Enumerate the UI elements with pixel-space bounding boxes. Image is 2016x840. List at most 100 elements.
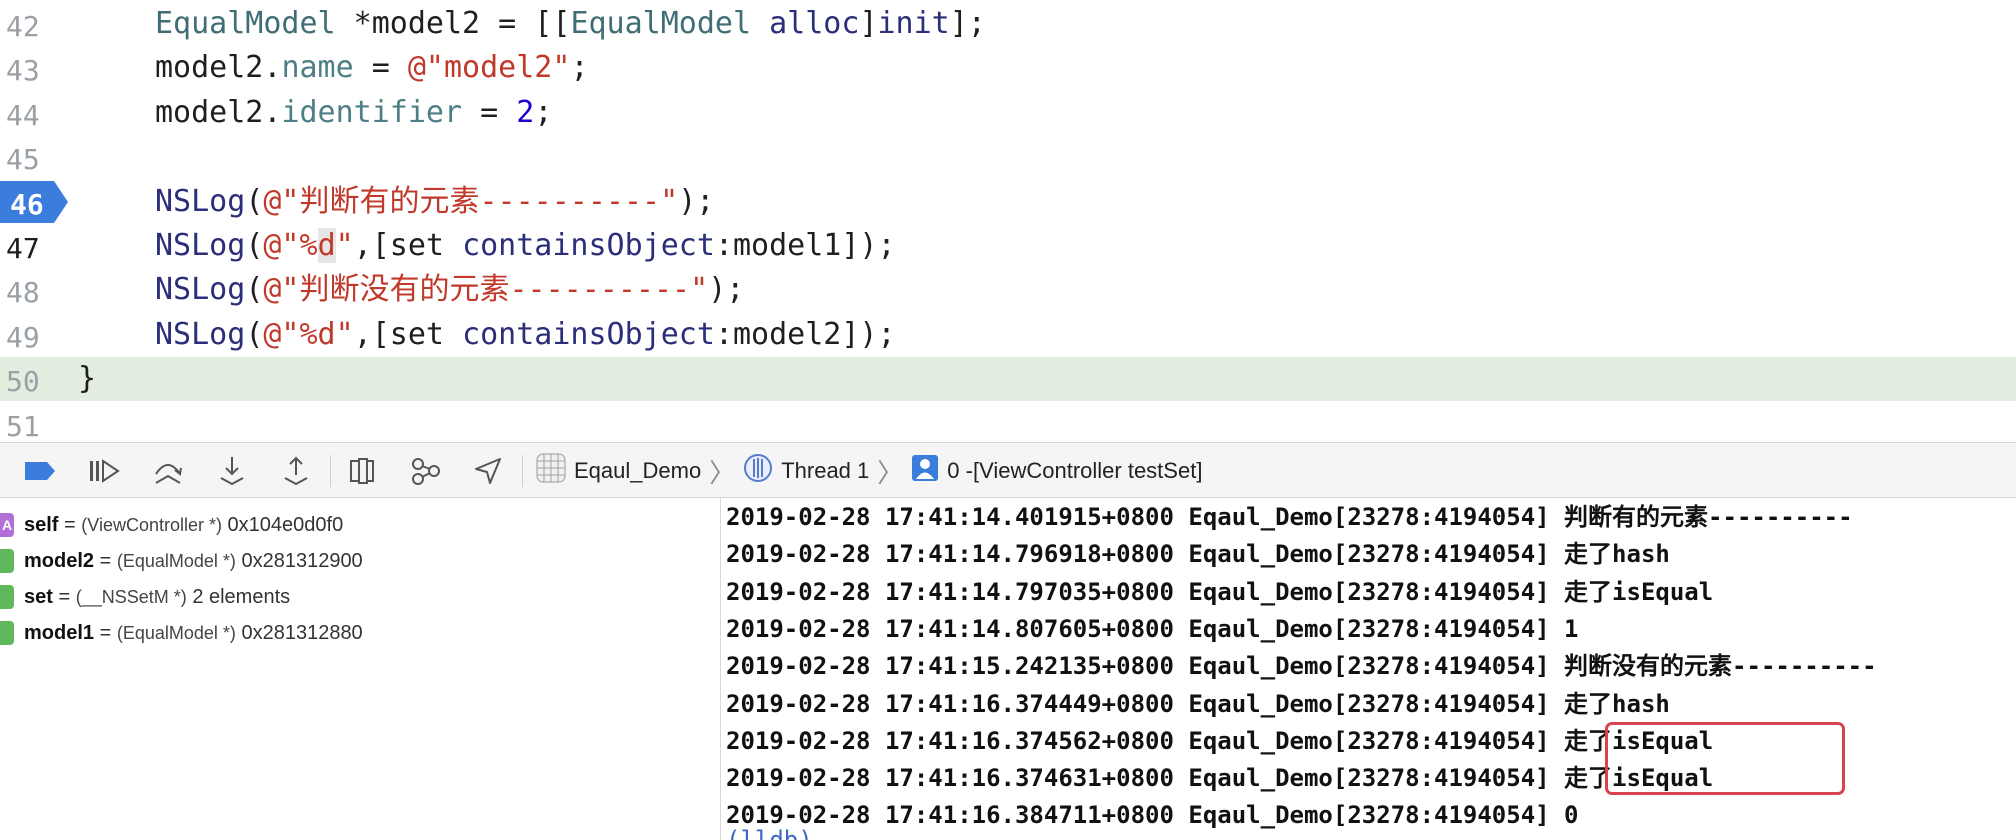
code-line[interactable]: 48 NSLog(@"判断没有的元素----------"); bbox=[0, 268, 2016, 312]
code-token: ( bbox=[245, 228, 264, 263]
app-icon[interactable] bbox=[536, 453, 566, 489]
line-gutter[interactable]: 51 bbox=[0, 402, 64, 442]
code-token: = bbox=[462, 94, 517, 130]
console-line: 2019-02-28 17:41:16.384711+0800 Eqaul_De… bbox=[726, 801, 1579, 830]
step-into-icon[interactable] bbox=[214, 453, 250, 489]
code-token: 2 bbox=[516, 94, 535, 130]
variable-value: 0x104e0d0f0 bbox=[227, 513, 344, 536]
breakpoints-toggle-icon[interactable] bbox=[22, 453, 58, 489]
code-text: NSLog(@"%d",[set containsObject:model2])… bbox=[155, 316, 896, 352]
thread-icon bbox=[743, 453, 773, 489]
code-token: EqualModel bbox=[155, 6, 336, 41]
variable-value: 0x281312880 bbox=[241, 621, 363, 644]
code-token: containsObject bbox=[462, 316, 715, 352]
code-token: :model2]); bbox=[714, 316, 896, 352]
code-token: ( bbox=[245, 183, 264, 219]
code-text: model2.identifier = 2; bbox=[155, 94, 553, 130]
variable-name: model2 bbox=[24, 549, 95, 572]
line-number: 45 bbox=[6, 143, 40, 177]
code-token: EqualModel bbox=[570, 6, 752, 41]
code-text: NSLog(@"判断没有的元素----------"); bbox=[155, 274, 744, 306]
line-number: 51 bbox=[6, 409, 40, 442]
variable-row[interactable]: Aself = (ViewController *) 0x104e0d0f0 bbox=[0, 507, 343, 543]
code-token: ( bbox=[245, 316, 264, 352]
code-token: ( bbox=[245, 272, 264, 308]
code-token: ,[set bbox=[353, 316, 463, 352]
code-line[interactable]: 42 EqualModel *model2 = [[EqualModel allo… bbox=[0, 2, 2016, 46]
variable-row[interactable]: Lmodel2 = (EqualModel *) 0x281312900 bbox=[0, 543, 363, 579]
variable-type: (EqualModel *) bbox=[116, 622, 236, 643]
source-editor[interactable]: 42 EqualModel *model2 = [[EqualModel allo… bbox=[0, 0, 2016, 442]
code-token: " bbox=[335, 228, 354, 263]
code-line[interactable]: 46 NSLog(@"判断有的元素----------"); bbox=[0, 180, 2016, 224]
continue-icon[interactable] bbox=[86, 453, 122, 489]
line-number: 47 bbox=[6, 232, 40, 265]
code-token: @"判断没有的元素----------" bbox=[263, 272, 709, 308]
variable-type: (EqualModel *) bbox=[116, 550, 236, 571]
code-token: model2. bbox=[155, 94, 282, 130]
view-hierarchy-icon[interactable] bbox=[344, 453, 380, 489]
code-line[interactable]: 47 NSLog(@"%d",[set containsObject:model1… bbox=[0, 224, 2016, 268]
code-token: } bbox=[78, 361, 97, 397]
code-line[interactable]: 49 NSLog(@"%d",[set containsObject:model2… bbox=[0, 313, 2016, 357]
variable-row[interactable]: Lmodel1 = (EqualModel *) 0x281312880 bbox=[0, 615, 363, 651]
code-token: model2. bbox=[155, 50, 282, 86]
variable-value: 2 elements bbox=[192, 585, 291, 608]
console-line: 2019-02-28 17:41:16.374562+0800 Eqaul_De… bbox=[726, 726, 1714, 755]
variable-equals: = bbox=[94, 621, 117, 644]
code-line[interactable]: 45 bbox=[0, 135, 2016, 179]
code-token: :model1]); bbox=[714, 228, 896, 263]
chevron-right-icon: 〉 bbox=[877, 457, 904, 488]
line-gutter[interactable]: 43 bbox=[0, 46, 64, 90]
location-icon[interactable] bbox=[470, 453, 506, 489]
chevron-right-icon: 〉 bbox=[709, 457, 736, 488]
line-gutter[interactable]: 44 bbox=[0, 91, 64, 135]
variable-equals: = bbox=[94, 549, 117, 572]
code-token: @"% bbox=[263, 228, 318, 263]
code-text: NSLog(@"判断有的元素----------"); bbox=[155, 183, 714, 219]
variables-view[interactable]: Aself = (ViewController *) 0x104e0d0f0 Lm… bbox=[0, 498, 720, 840]
line-gutter[interactable]: 48 bbox=[0, 268, 64, 312]
variable-name: model1 bbox=[24, 621, 95, 644]
code-token: ); bbox=[708, 272, 745, 308]
code-token: ; bbox=[534, 94, 553, 130]
line-number: 49 bbox=[6, 320, 40, 354]
variable-kind-icon: A bbox=[0, 513, 14, 537]
breadcrumb: Eqaul_Demo 〉 Thread 1 〉 0 -[ViewControll… bbox=[536, 453, 1202, 489]
code-token: identifier bbox=[281, 94, 463, 130]
line-gutter[interactable]: 50 bbox=[0, 357, 64, 401]
code-token: NSLog bbox=[155, 228, 246, 263]
line-gutter[interactable]: 47 bbox=[0, 224, 64, 268]
code-text: } bbox=[78, 363, 96, 395]
breadcrumb-thread[interactable]: Thread 1 bbox=[781, 458, 869, 484]
line-gutter[interactable]: 46 bbox=[0, 180, 68, 224]
code-token: NSLog bbox=[155, 183, 246, 219]
code-line[interactable]: 44 model2.identifier = 2; bbox=[0, 91, 2016, 135]
code-token: name bbox=[281, 50, 354, 86]
variable-value: 0x281312900 bbox=[241, 549, 363, 572]
console-line: 2019-02-28 17:41:16.374449+0800 Eqaul_De… bbox=[726, 689, 1670, 718]
code-line[interactable]: 43 model2.name = @"model2"; bbox=[0, 46, 2016, 90]
highlight-box bbox=[1605, 722, 1845, 795]
breadcrumb-frame[interactable]: 0 -[ViewController testSet] bbox=[947, 458, 1202, 484]
code-line[interactable]: 51 bbox=[0, 402, 2016, 442]
code-token: NSLog bbox=[155, 272, 246, 308]
variable-name: set bbox=[24, 585, 53, 608]
variable-row[interactable]: Lset = (__NSSetM *) 2 elements bbox=[0, 579, 290, 615]
variable-kind-icon: L bbox=[0, 585, 14, 609]
line-number: 43 bbox=[6, 54, 40, 88]
code-line[interactable]: 50} bbox=[0, 357, 2016, 402]
step-out-icon[interactable] bbox=[278, 453, 314, 489]
toolbar-divider bbox=[522, 455, 523, 487]
line-number: 50 bbox=[6, 365, 40, 399]
variable-equals: = bbox=[52, 585, 76, 608]
breadcrumb-app[interactable]: Eqaul_Demo bbox=[574, 458, 701, 484]
memory-graph-icon[interactable] bbox=[408, 453, 444, 489]
line-gutter[interactable]: 45 bbox=[0, 135, 64, 179]
line-gutter[interactable]: 42 bbox=[0, 2, 64, 46]
line-number: 42 bbox=[6, 10, 40, 43]
code-text: model2.name = @"model2"; bbox=[155, 52, 589, 84]
breakpoint-marker[interactable]: 46 bbox=[0, 180, 68, 223]
step-over-icon[interactable] bbox=[150, 453, 186, 489]
line-gutter[interactable]: 49 bbox=[0, 313, 64, 357]
